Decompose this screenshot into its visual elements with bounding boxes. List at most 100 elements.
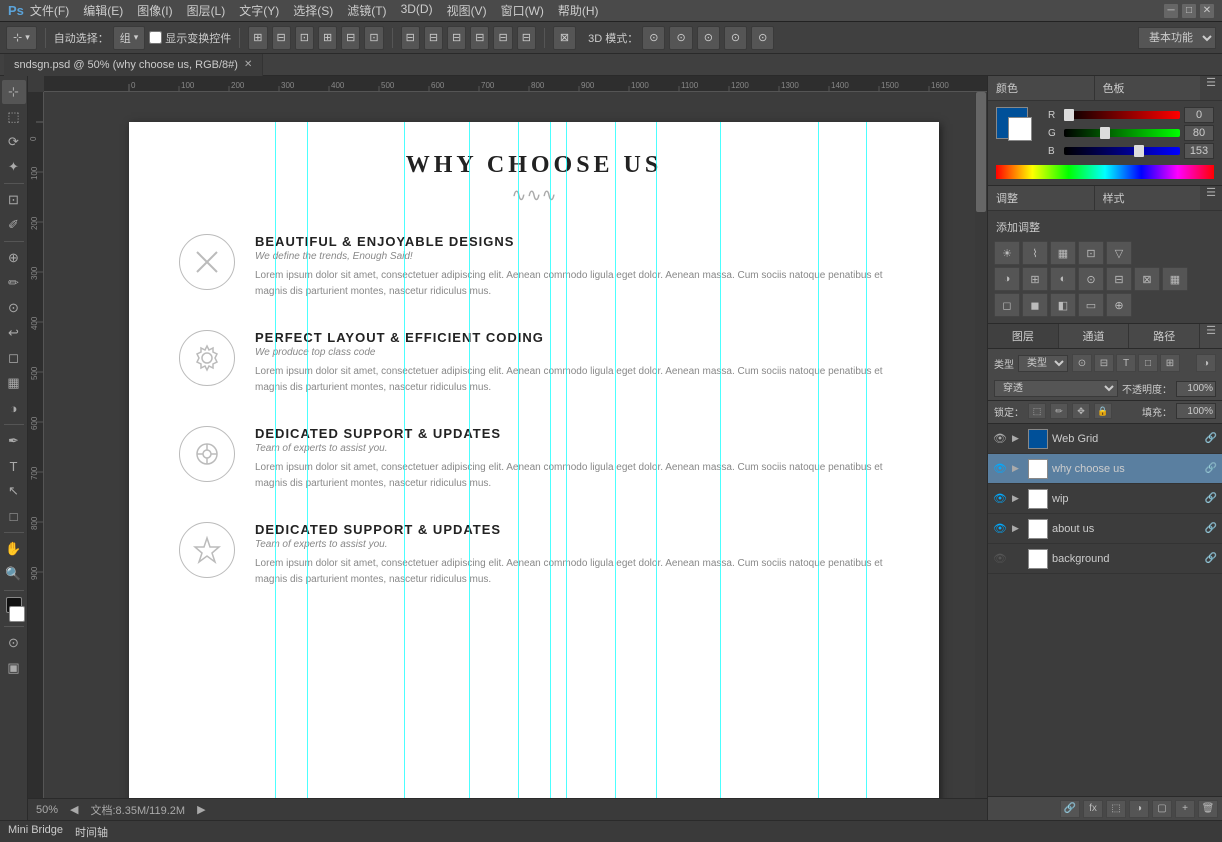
menu-window[interactable]: 窗口(W)	[501, 2, 544, 19]
filter-toggle-btn[interactable]: ◑	[1196, 354, 1216, 372]
green-slider-track[interactable]	[1064, 129, 1180, 137]
clone-tool[interactable]: ⊙	[2, 296, 26, 320]
align-center-v-btn[interactable]: ⊟	[341, 26, 360, 50]
red-slider-thumb[interactable]	[1064, 109, 1074, 121]
eyedropper-tool[interactable]: ✐	[2, 213, 26, 237]
select-tool[interactable]: ⬚	[2, 105, 26, 129]
menu-bar[interactable]: 文件(F) 编辑(E) 图像(I) 图层(L) 文字(Y) 选择(S) 滤镜(T…	[30, 2, 599, 19]
layer-link-background[interactable]: 🔗	[1204, 552, 1218, 566]
adj-levels-btn[interactable]: ▦	[1050, 241, 1076, 265]
layer-expand-about-us[interactable]: ▶	[1012, 523, 1024, 534]
document-tab[interactable]: sndsgn.psd @ 50% (why choose us, RGB/8#)…	[4, 54, 263, 76]
close-button[interactable]: ✕	[1200, 4, 1214, 18]
lock-all-btn[interactable]: 🔒	[1094, 403, 1112, 419]
path-select-tool[interactable]: ↖	[2, 479, 26, 503]
lock-position-btn[interactable]: ✥	[1072, 403, 1090, 419]
r-value-input[interactable]: 0	[1184, 107, 1214, 123]
layer-eye-web-grid[interactable]: 👁	[992, 431, 1008, 447]
quick-mask-toggle[interactable]: ⊙	[2, 631, 26, 655]
layer-link-about-us[interactable]: 🔗	[1204, 522, 1218, 536]
adj-panel-menu[interactable]: ☰	[1200, 186, 1222, 210]
new-layer-btn[interactable]: +	[1175, 800, 1195, 818]
spot-heal-tool[interactable]: ⊕	[2, 246, 26, 270]
adj-gradmap-btn[interactable]: ▭	[1078, 293, 1104, 317]
new-adjustment-btn[interactable]: ◑	[1129, 800, 1149, 818]
timeline-tab[interactable]: 时间轴	[75, 824, 108, 840]
distribute-btn-2[interactable]: ⊟	[424, 26, 443, 50]
opacity-input[interactable]	[1176, 381, 1216, 397]
delete-layer-btn[interactable]: 🗑	[1198, 800, 1218, 818]
scroll-thumb[interactable]	[976, 92, 986, 212]
zoom-tool[interactable]: 🔍	[2, 562, 26, 586]
filter-pixel-btn[interactable]: ⊙	[1072, 354, 1092, 372]
group-select-btn[interactable]: 组 ▾	[113, 26, 146, 50]
adj-color-lookup-btn[interactable]: ⊠	[1134, 267, 1160, 291]
3d-btn-2[interactable]: ⊙	[669, 26, 692, 50]
gradient-tool[interactable]: ▦	[2, 371, 26, 395]
adj-selectcolor-btn[interactable]: ⊕	[1106, 293, 1132, 317]
layer-about-us[interactable]: 👁 ▶ about us 🔗	[988, 514, 1222, 544]
3d-btn-1[interactable]: ⊙	[642, 26, 665, 50]
align-left-btn[interactable]: ⊞	[248, 26, 267, 50]
layers-tab[interactable]: 图层	[988, 324, 1059, 348]
layer-type-select[interactable]: 类型	[1018, 355, 1068, 372]
menu-view[interactable]: 视图(V)	[447, 2, 487, 19]
layer-eye-about-us[interactable]: 👁	[992, 521, 1008, 537]
workspace-select[interactable]: 基本功能	[1138, 27, 1216, 49]
3d-btn-5[interactable]: ⊙	[751, 26, 774, 50]
layer-eye-why-choose-us[interactable]: 👁	[992, 461, 1008, 477]
layer-link-wip[interactable]: 🔗	[1204, 492, 1218, 506]
layers-panel-menu[interactable]: ☰	[1200, 324, 1222, 348]
menu-filter[interactable]: 滤镜(T)	[347, 2, 386, 19]
lasso-tool[interactable]: ⟳	[2, 130, 26, 154]
adj-vibrance-btn[interactable]: ▽	[1106, 241, 1132, 265]
align-top-btn[interactable]: ⊞	[318, 26, 337, 50]
distribute-btn-6[interactable]: ⊟	[517, 26, 536, 50]
layer-eye-wip[interactable]: 👁	[992, 491, 1008, 507]
adj-exposure-btn[interactable]: ⊡	[1078, 241, 1104, 265]
styles-tab[interactable]: 样式	[1095, 186, 1201, 210]
color-swatch-area[interactable]	[996, 107, 1040, 151]
adj-threshold-btn[interactable]: ◧	[1050, 293, 1076, 317]
distribute-btn-1[interactable]: ⊟	[401, 26, 420, 50]
color-tab[interactable]: 颜色	[988, 76, 1095, 100]
menu-type[interactable]: 文字(Y)	[239, 2, 279, 19]
swatches-tab[interactable]: 色板	[1095, 76, 1201, 100]
g-value-input[interactable]: 80	[1184, 125, 1214, 141]
adj-channel-mixer-btn[interactable]: ⊟	[1106, 267, 1132, 291]
new-group-btn[interactable]: ▢	[1152, 800, 1172, 818]
filter-type-btn[interactable]: T	[1116, 354, 1136, 372]
pen-tool[interactable]: ✒	[2, 429, 26, 453]
adj-posterize-btn[interactable]: ◼	[1022, 293, 1048, 317]
b-value-input[interactable]: 153	[1184, 143, 1214, 159]
nav-arrow-right[interactable]: ▶	[197, 803, 205, 816]
dodge-tool[interactable]: ◑	[2, 396, 26, 420]
3d-btn-4[interactable]: ⊙	[724, 26, 747, 50]
eraser-tool[interactable]: ◻	[2, 346, 26, 370]
layer-link-why-choose-us[interactable]: 🔗	[1204, 462, 1218, 476]
layer-wip[interactable]: 👁 ▶ wip 🔗	[988, 484, 1222, 514]
green-slider-thumb[interactable]	[1100, 127, 1110, 139]
filter-shape-btn[interactable]: □	[1138, 354, 1158, 372]
lock-image-btn[interactable]: ✏	[1050, 403, 1068, 419]
adj-grid-btn[interactable]: ▦	[1162, 267, 1188, 291]
distribute-btn-3[interactable]: ⊟	[447, 26, 466, 50]
distribute-btn-5[interactable]: ⊟	[493, 26, 512, 50]
menu-help[interactable]: 帮助(H)	[558, 2, 599, 19]
menu-image[interactable]: 图像(I)	[137, 2, 172, 19]
crop-tool[interactable]: ⊡	[2, 188, 26, 212]
adj-invert-btn[interactable]: ◻	[994, 293, 1020, 317]
menu-file[interactable]: 文件(F)	[30, 2, 69, 19]
shape-tool[interactable]: □	[2, 504, 26, 528]
layer-expand-wip[interactable]: ▶	[1012, 493, 1024, 504]
3d-btn-3[interactable]: ⊙	[697, 26, 720, 50]
tab-close-icon[interactable]: ✕	[244, 59, 252, 70]
canvas-scroll-area[interactable]: WHY CHOOSE US ∿∿∿ BEAUTIFUL	[44, 92, 987, 798]
minimize-button[interactable]: ─	[1164, 4, 1178, 18]
quick-select-tool[interactable]: ✦	[2, 155, 26, 179]
menu-edit[interactable]: 编辑(E)	[83, 2, 123, 19]
move-tool[interactable]: ⊹	[2, 80, 26, 104]
maximize-button[interactable]: □	[1182, 4, 1196, 18]
adj-colorbalance-btn[interactable]: ⊞	[1022, 267, 1048, 291]
history-brush-tool[interactable]: ↩	[2, 321, 26, 345]
